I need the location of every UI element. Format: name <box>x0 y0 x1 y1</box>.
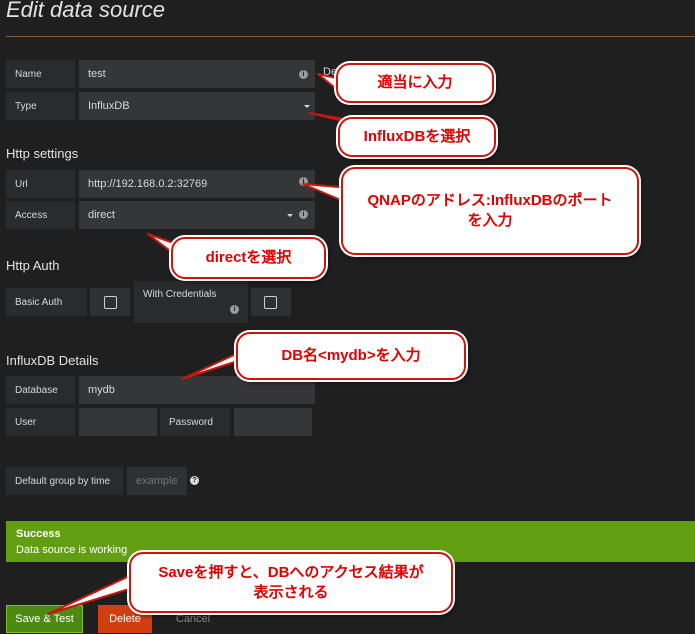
callout-url: QNAPのアドレス:InfluxDBのポート を入力 <box>341 167 639 255</box>
callout-access: directを選択 <box>171 237 326 279</box>
callout-name: 適当に入力 <box>336 63 494 103</box>
callout-db: DB名<mydb>を入力 <box>236 332 466 380</box>
callout-save: Saveを押すと、DBへのアクセス結果が 表示される <box>129 552 453 613</box>
callout-type: InfluxDBを選択 <box>338 117 496 157</box>
